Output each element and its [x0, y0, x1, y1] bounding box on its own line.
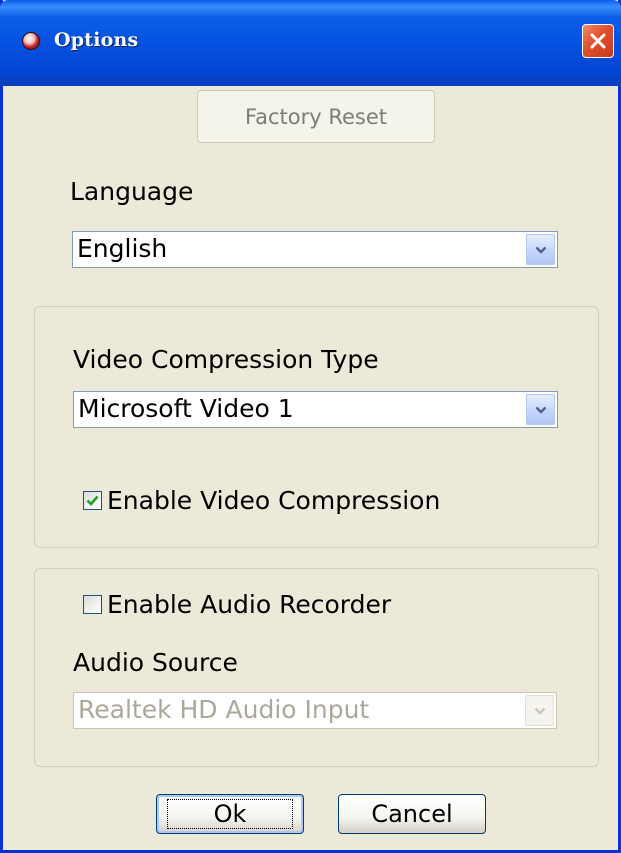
chevron-down-icon[interactable]: [526, 234, 555, 265]
video-compression-type-value: Microsoft Video 1: [78, 394, 294, 423]
language-label: Language: [70, 177, 194, 206]
enable-video-compression-row[interactable]: Enable Video Compression: [83, 486, 440, 515]
video-compression-type-select[interactable]: Microsoft Video 1: [73, 391, 558, 428]
language-select-value: English: [77, 234, 168, 263]
chevron-down-icon: [525, 695, 554, 726]
factory-reset-button[interactable]: Factory Reset: [197, 90, 435, 143]
ok-button-label: Ok: [166, 799, 294, 829]
audio-source-value: Realtek HD Audio Input: [78, 695, 370, 724]
ok-button[interactable]: Ok: [156, 794, 304, 834]
video-compression-type-label: Video Compression Type: [73, 345, 379, 374]
audio-source-select[interactable]: Realtek HD Audio Input: [73, 692, 557, 729]
window-title: Options: [54, 29, 139, 51]
app-ladybug-icon: [22, 32, 40, 50]
enable-video-compression-checkbox[interactable]: [83, 491, 102, 510]
close-button[interactable]: [582, 24, 614, 58]
enable-video-compression-label: Enable Video Compression: [107, 486, 441, 515]
title-bar[interactable]: Options: [0, 0, 621, 86]
chevron-down-icon[interactable]: [526, 394, 555, 425]
options-dialog: Options Factory Reset Language English V…: [0, 0, 621, 853]
checkmark-icon: [86, 495, 99, 506]
close-icon: [590, 33, 606, 49]
audio-source-label: Audio Source: [73, 648, 238, 677]
enable-audio-recorder-row[interactable]: Enable Audio Recorder: [83, 590, 391, 619]
enable-audio-recorder-label: Enable Audio Recorder: [107, 590, 392, 619]
enable-audio-recorder-checkbox[interactable]: [83, 595, 102, 614]
cancel-button[interactable]: Cancel: [338, 794, 486, 834]
language-select[interactable]: English: [72, 231, 558, 268]
